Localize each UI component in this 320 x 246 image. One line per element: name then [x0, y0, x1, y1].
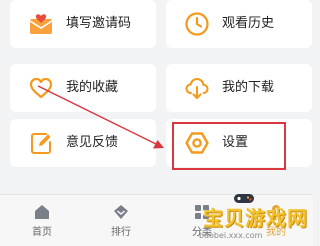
- home-icon: [35, 205, 49, 219]
- watermark-url: baobei.xxx.com: [199, 231, 263, 240]
- tab-rank[interactable]: 排行: [91, 203, 151, 243]
- rank-icon: [114, 205, 128, 219]
- watermark-brand: 宝贝游戏网: [203, 206, 308, 230]
- tab-label: 排行: [111, 227, 131, 238]
- tab-home[interactable]: 首页: [12, 203, 72, 243]
- site-watermark: 宝贝游戏网 baobei.xxx.com: [197, 194, 313, 246]
- tab-label: 首页: [32, 227, 52, 238]
